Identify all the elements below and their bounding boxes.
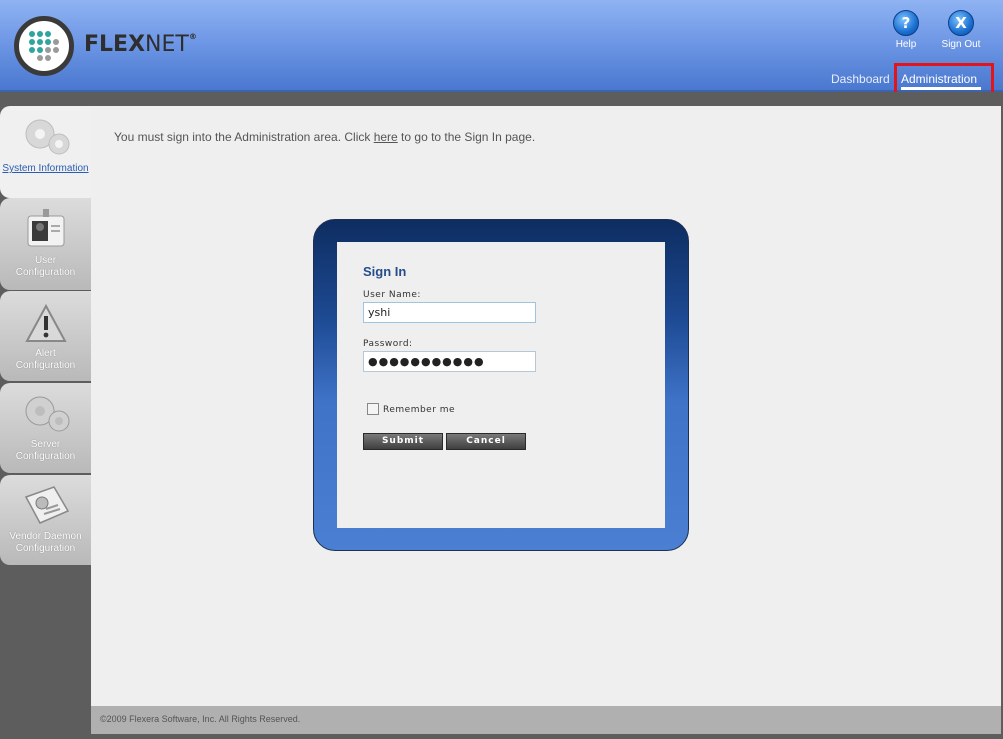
flexnet-logo-icon xyxy=(14,16,74,76)
sidebar-item-label-line1: User xyxy=(34,255,57,266)
username-label: User Name: xyxy=(363,290,421,300)
submit-button[interactable]: Submit xyxy=(363,433,443,450)
sidebar-item-alert-configuration[interactable]: Alert Configuration xyxy=(0,291,91,381)
sidebar-item-label: Server Configuration xyxy=(15,439,76,462)
nav-administration-link[interactable]: Administration xyxy=(901,72,977,86)
gears-icon xyxy=(25,396,69,432)
sidebar-item-label-line2: Configuration xyxy=(15,360,76,371)
sidebar-item-label-line1: Vendor Daemon xyxy=(9,531,82,542)
cancel-button[interactable]: Cancel xyxy=(446,433,526,450)
brand-name: FLEXNET® xyxy=(84,32,197,57)
active-tab-underline xyxy=(901,87,981,90)
certificate-icon xyxy=(24,486,69,524)
sign-out-label: Sign Out xyxy=(941,39,981,50)
sign-in-page-link[interactable]: here xyxy=(374,130,398,144)
gears-icon xyxy=(25,119,69,155)
help-button[interactable]: ? Help xyxy=(881,10,931,50)
sidebar-item-label-line2: Configuration xyxy=(15,267,76,278)
sidebar-item-server-configuration[interactable]: Server Configuration xyxy=(0,383,91,473)
nav-dashboard-link[interactable]: Dashboard xyxy=(831,72,890,86)
id-badge-icon xyxy=(27,209,64,247)
close-icon: X xyxy=(948,10,974,36)
password-field[interactable]: ●●●●●●●●●●● xyxy=(363,351,536,372)
sign-out-button[interactable]: X Sign Out xyxy=(936,10,986,50)
header-divider xyxy=(0,92,1003,106)
sidebar-item-label: System Information xyxy=(2,163,89,174)
question-icon: ? xyxy=(893,10,919,36)
password-label: Password: xyxy=(363,339,413,349)
footer: ©2009 Flexera Software, Inc. All Rights … xyxy=(91,706,1001,734)
sign-in-title: Sign In xyxy=(363,264,407,279)
warning-icon xyxy=(24,303,67,342)
sidebar-item-system-information[interactable]: System Information xyxy=(0,106,91,198)
sidebar-item-vendor-daemon-configuration[interactable]: Vendor Daemon Configuration xyxy=(0,475,91,565)
copyright-text: ©2009 Flexera Software, Inc. All Rights … xyxy=(100,714,301,724)
help-label: Help xyxy=(895,39,917,50)
username-field[interactable]: yshi xyxy=(363,302,536,323)
sidebar-item-label-line2: Configuration xyxy=(15,543,76,554)
bottom-border xyxy=(0,734,1003,739)
sign-in-form xyxy=(337,242,665,528)
sidebar-item-user-configuration[interactable]: User Configuration xyxy=(0,198,91,290)
sign-in-notice: You must sign into the Administration ar… xyxy=(114,130,536,144)
remember-me-checkbox[interactable] xyxy=(367,403,379,415)
remember-me-label[interactable]: Remember me xyxy=(383,405,455,415)
sidebar-item-label-line1: Alert xyxy=(35,348,56,359)
